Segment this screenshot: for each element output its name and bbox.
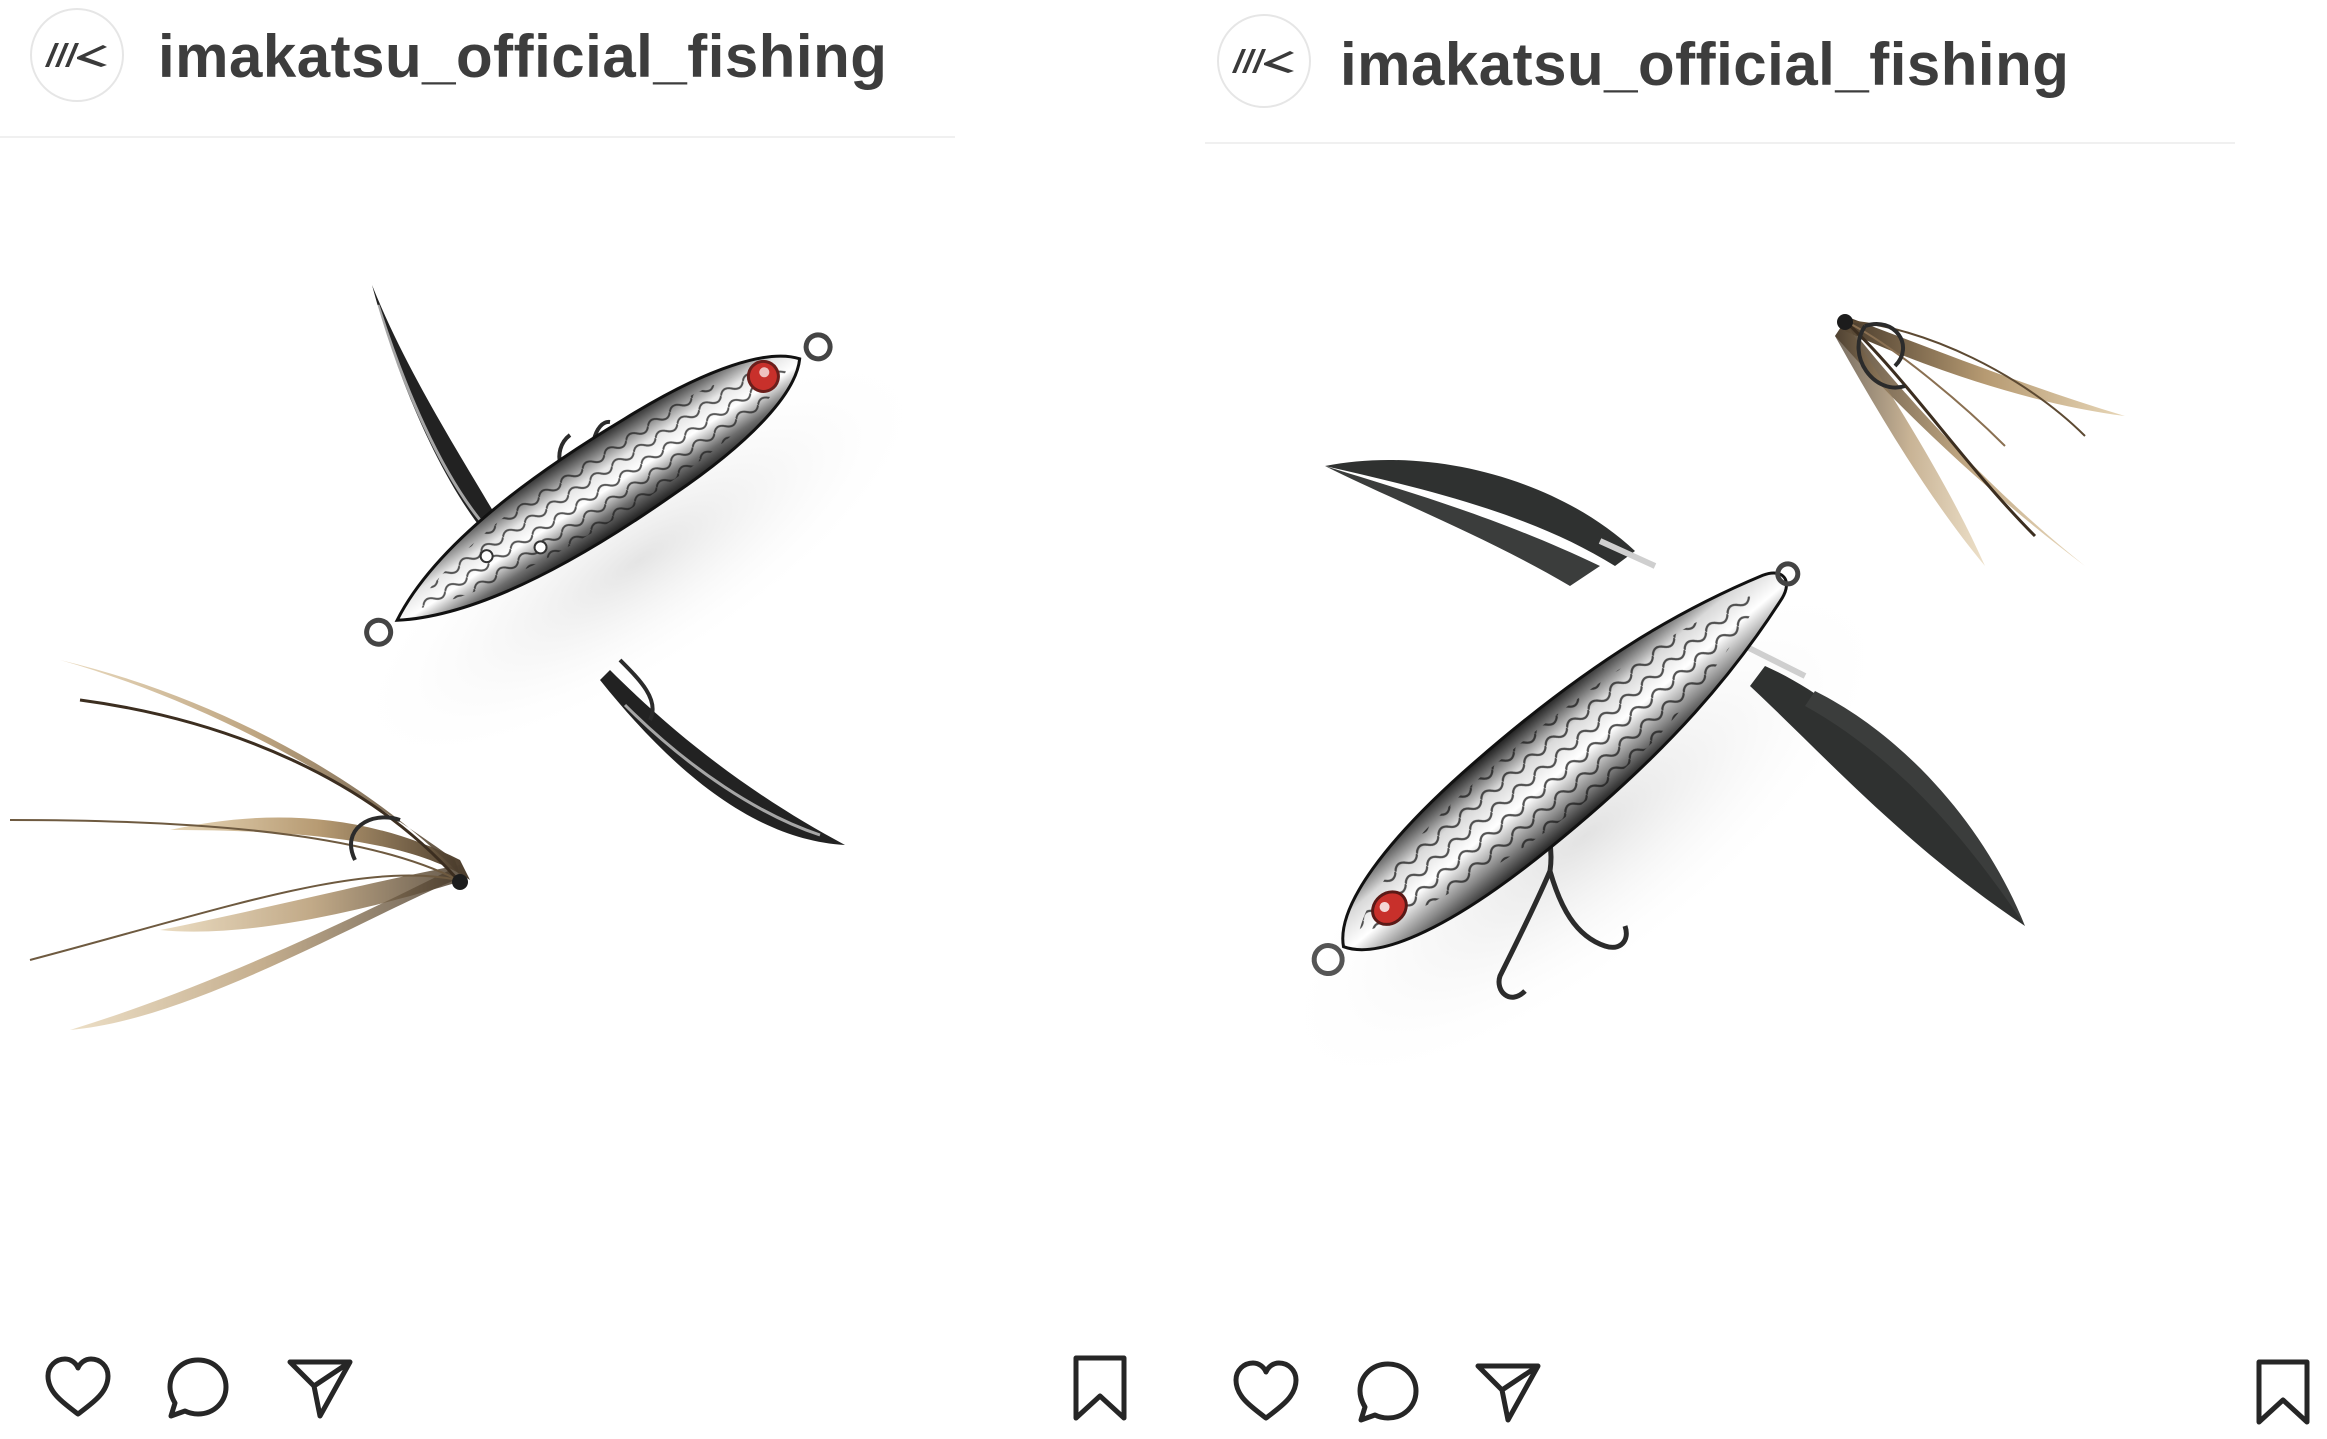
post-username[interactable]: imakatsu_official_fishing (1340, 30, 2069, 99)
fishing-lure-image (1275, 314, 2125, 1092)
fishing-lure-image (9, 285, 932, 1030)
avatar[interactable] (30, 8, 124, 102)
avatar[interactable] (1217, 14, 1311, 108)
heart-icon[interactable] (1230, 1356, 1302, 1428)
bookmark-icon[interactable] (1064, 1352, 1136, 1424)
imakatsu-logo-icon (45, 43, 107, 67)
post-username[interactable]: imakatsu_official_fishing (158, 22, 887, 91)
post-actions (0, 1352, 955, 1432)
comment-icon[interactable] (162, 1352, 234, 1424)
post-header: imakatsu_official_fishing (1205, 6, 2235, 144)
bookmark-icon[interactable] (2247, 1356, 2319, 1428)
send-icon[interactable] (284, 1352, 356, 1424)
post-photo[interactable] (1205, 146, 2327, 1336)
post-photo[interactable] (0, 140, 955, 1330)
instagram-post-left: imakatsu_official_fishing (0, 0, 955, 1439)
send-icon[interactable] (1472, 1356, 1544, 1428)
post-header: imakatsu_official_fishing (0, 0, 955, 138)
screenshot-stage: imakatsu_official_fishing imakatsu_offic… (0, 0, 2327, 1439)
heart-icon[interactable] (42, 1352, 114, 1424)
instagram-post-right: imakatsu_official_fishing (1205, 0, 2327, 1439)
post-actions (1205, 1356, 2327, 1436)
imakatsu-logo-icon (1232, 49, 1294, 73)
comment-icon[interactable] (1352, 1356, 1424, 1428)
